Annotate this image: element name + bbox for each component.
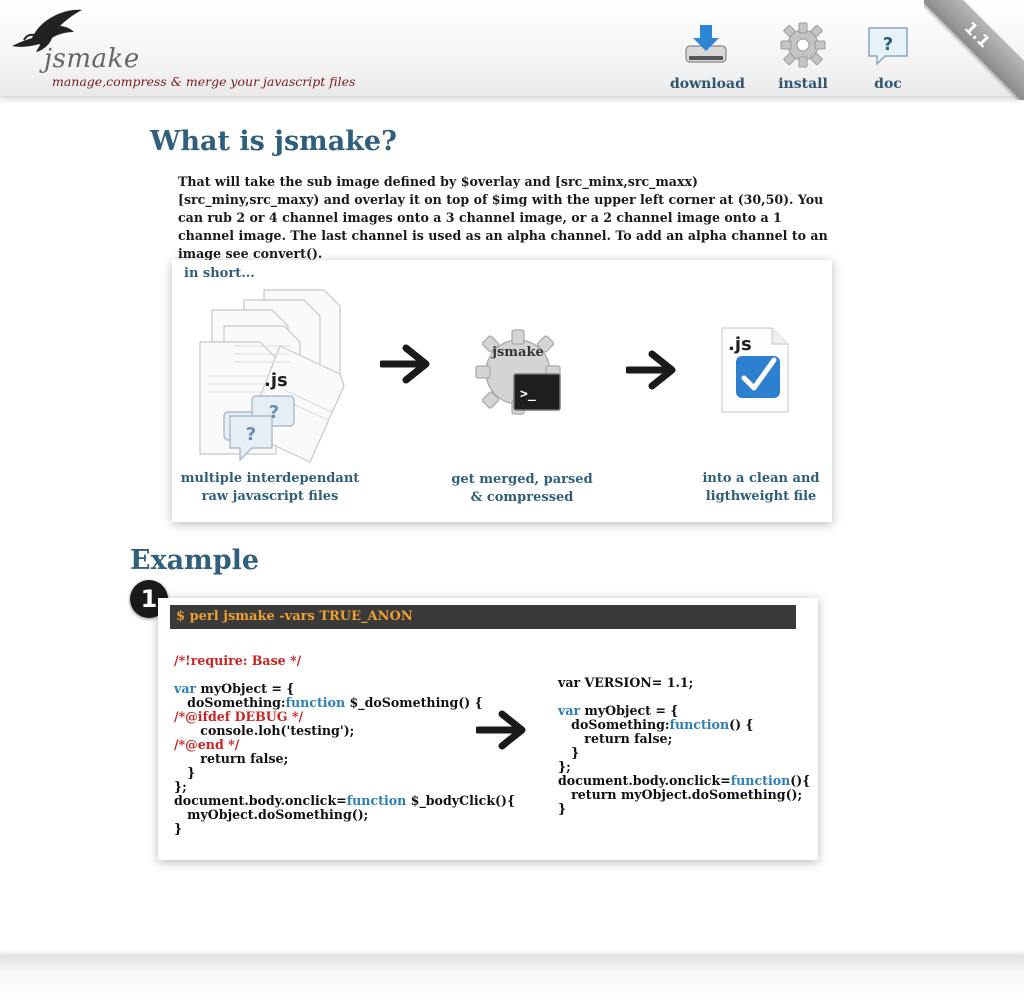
- step-caption-merged: get merged, parsed & compressed: [442, 471, 602, 507]
- nav-download-label: download: [670, 76, 745, 92]
- code-text: (){: [790, 773, 811, 788]
- source-code-line: /*@end */: [174, 737, 240, 752]
- in-short-panel: in short... .js ? ? jsmake >_ .js multip…: [172, 260, 832, 522]
- source-code-line: return false;: [174, 751, 289, 766]
- caption-line: get merged, parsed: [451, 472, 593, 487]
- source-code-line: }: [174, 821, 183, 836]
- page-footer: [0, 955, 1024, 1000]
- step-caption-clean-file: into a clean and ligthweight file: [692, 470, 830, 506]
- code-text: document.body.onclick=: [558, 773, 731, 788]
- code-text: $_bodyClick(){: [406, 793, 516, 808]
- arrow-right-icon: [476, 710, 526, 750]
- code-text: $_doSomething() {: [345, 695, 483, 710]
- output-code-block: var VERSION= 1.1; var myObject = { doSom…: [558, 676, 810, 816]
- in-short-label: in short...: [184, 266, 255, 281]
- source-code-line: [174, 668, 515, 682]
- code-keyword: function: [730, 773, 791, 788]
- source-code-line: };: [174, 779, 187, 794]
- code-keyword: function: [346, 793, 407, 808]
- caption-line: into a clean and: [702, 471, 820, 486]
- question-mark-small: ?: [269, 402, 279, 423]
- caption-line: ligthweight file: [705, 489, 817, 504]
- step-caption-raw-files: multiple interdependant raw javascript f…: [180, 470, 360, 506]
- caption-line: multiple interdependant: [180, 471, 360, 486]
- intro-paragraph: That will take the sub image defined by …: [178, 174, 828, 261]
- output-code-line: };: [558, 759, 571, 774]
- gear-jsmake-badge: jsmake: [491, 345, 543, 360]
- code-keyword: var: [174, 681, 197, 696]
- source-code-line: console.loh('testing');: [174, 723, 355, 738]
- command-line: $ perl jsmake -vars TRUE_ANON: [170, 605, 796, 629]
- output-code-line: [558, 690, 810, 704]
- clean-file-js-badge: .js: [728, 334, 752, 355]
- code-text: doSomething:: [558, 717, 670, 732]
- output-code-line: }: [558, 745, 580, 760]
- arrow-right-icon: [380, 344, 430, 384]
- caption-line: & compressed: [470, 490, 574, 505]
- code-keyword: var: [558, 703, 581, 718]
- arrow-right-icon: [626, 350, 676, 390]
- source-code-line: document.body.onclick=function $_bodyCli…: [174, 794, 515, 808]
- code-keyword: function: [285, 695, 346, 710]
- file-js-badge: .js: [264, 370, 288, 391]
- source-code-block: /*!require: Base */ var myObject = { doS…: [174, 654, 515, 836]
- output-code-line: var VERSION= 1.1;: [558, 675, 694, 690]
- question-bubble-icon: ?: [868, 27, 908, 66]
- jsmake-gear-terminal-icon: jsmake >_: [475, 329, 561, 415]
- source-code-line: doSomething:function $_doSomething() {: [174, 696, 515, 710]
- nav-install[interactable]: install: [770, 22, 836, 92]
- download-drive-icon: [685, 25, 727, 63]
- question-mark-large: ?: [246, 424, 256, 445]
- code-text: document.body.onclick=: [174, 793, 347, 808]
- output-code-line: doSomething:function() {: [558, 718, 810, 732]
- nav-install-label: install: [778, 76, 828, 92]
- output-code-line: var myObject = {: [558, 704, 810, 718]
- logo-wordmark[interactable]: jsmake: [44, 44, 140, 74]
- code-text: () {: [729, 717, 754, 732]
- output-code-line: }: [558, 801, 567, 816]
- gear-icon: [780, 22, 826, 68]
- version-ribbon: 1.1: [924, 0, 1024, 100]
- nav-download[interactable]: download: [670, 22, 745, 92]
- output-code-line: document.body.onclick=function(){: [558, 774, 810, 788]
- source-code-line: var myObject = {: [174, 682, 515, 696]
- site-tagline: manage,compress & merge your javascript …: [52, 74, 356, 89]
- version-ribbon-label: 1.1: [924, 0, 1024, 100]
- caption-line: raw javascript files: [201, 489, 339, 504]
- code-text: myObject = {: [196, 681, 295, 696]
- output-code-line: return myObject.doSomething();: [558, 787, 803, 802]
- source-code-line: myObject.doSomething();: [174, 807, 369, 822]
- what-heading: What is jsmake?: [150, 126, 397, 157]
- clean-js-file-icon: .js: [721, 327, 789, 413]
- code-keyword: function: [669, 717, 730, 732]
- multiple-files-icon: .js ? ?: [199, 289, 345, 463]
- terminal-prompt: >_: [520, 387, 536, 402]
- nav-doc[interactable]: ? doc: [862, 22, 914, 92]
- example-panel: $ perl jsmake -vars TRUE_ANON /*!require…: [158, 598, 818, 860]
- source-code-line: /*@ifdef DEBUG */: [174, 709, 304, 724]
- source-code-line: }: [174, 765, 196, 780]
- nav-doc-label: doc: [874, 76, 902, 92]
- example-heading: Example: [130, 545, 260, 576]
- svg-text:?: ?: [883, 34, 893, 55]
- code-text: myObject = {: [580, 703, 679, 718]
- source-code-line: /*!require: Base */: [174, 653, 302, 668]
- output-code-line: return false;: [558, 731, 673, 746]
- code-text: doSomething:: [174, 695, 286, 710]
- site-header: jsmake manage,compress & merge your java…: [0, 0, 1024, 100]
